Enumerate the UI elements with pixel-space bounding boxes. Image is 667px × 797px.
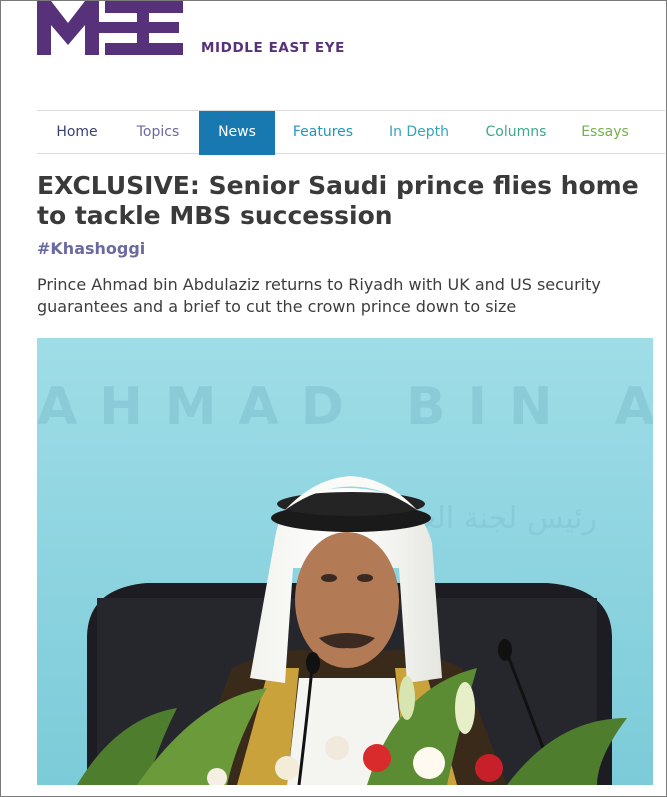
- article-tag[interactable]: #Khashoggi: [37, 239, 145, 258]
- main-nav: Home Topics News Features In Depth Colum…: [37, 110, 665, 155]
- brand-name: MIDDLE EAST EYE: [201, 40, 345, 56]
- nav-item-essays[interactable]: Essays: [565, 111, 645, 155]
- article-photo: AHMAD BIN AB رئيس لجنة العليا: [37, 338, 653, 785]
- mee-logo-mark: [37, 1, 183, 55]
- photo-backdrop-text: AHMAD BIN AB: [37, 377, 653, 437]
- nav-item-home[interactable]: Home: [37, 111, 117, 155]
- article-standfirst: Prince Ahmad bin Abdulaziz returns to Ri…: [37, 275, 601, 316]
- nav-item-news[interactable]: News: [199, 111, 275, 155]
- nav-item-columns[interactable]: Columns: [467, 111, 565, 155]
- nav-item-topics[interactable]: Topics: [117, 111, 199, 155]
- nav-item-features[interactable]: Features: [275, 111, 371, 155]
- article-headline: EXCLUSIVE: Senior Saudi prince flies hom…: [37, 171, 639, 230]
- site-logo[interactable]: MIDDLE EAST EYE: [37, 1, 367, 61]
- nav-item-in-depth[interactable]: In Depth: [371, 111, 467, 155]
- photo-illustration: AHMAD BIN AB رئيس لجنة العليا: [37, 338, 653, 785]
